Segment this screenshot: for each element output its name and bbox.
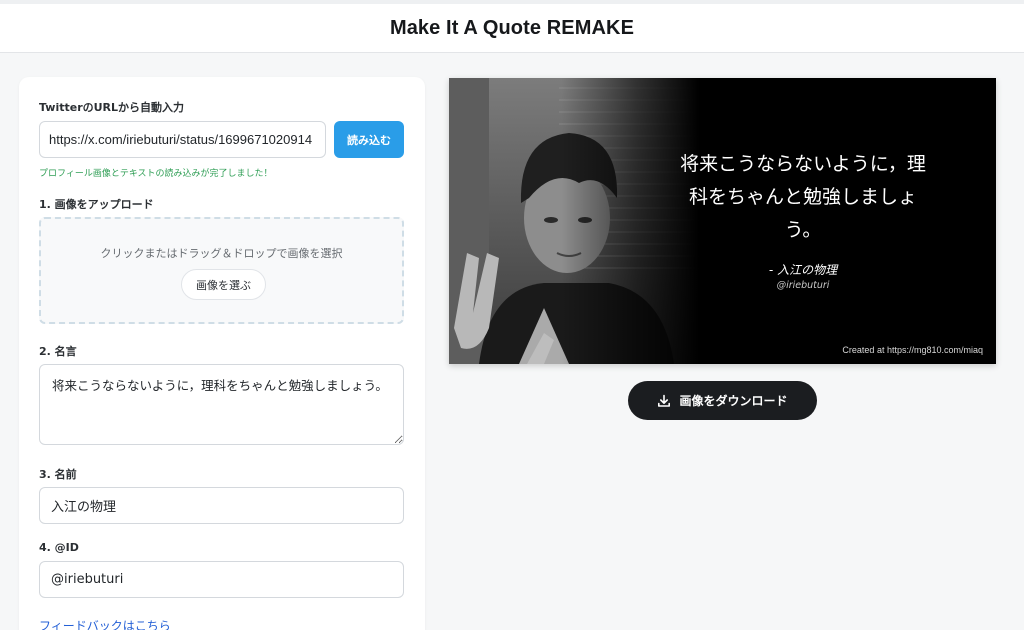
dropzone-text: クリックまたはドラッグ＆ドロップで画像を選択	[100, 247, 343, 260]
name-label: 3. 名前	[39, 468, 77, 481]
quote-label: 2. 名言	[39, 345, 77, 358]
id-input[interactable]	[39, 561, 404, 598]
preview-author-name: - 入江の物理	[768, 263, 838, 277]
preview-credit: Created at https://mg810.com/miaq	[842, 345, 983, 355]
preview-quote-line: 科をちゃんと勉強しましょ	[688, 186, 917, 208]
page-title: Make It A Quote REMAKE	[389, 16, 635, 39]
load-button[interactable]: 読み込む	[334, 121, 404, 158]
upload-label: 1. 画像をアップロード	[39, 198, 154, 211]
status-message: プロフィール画像とテキストの読み込みが完了しました！	[39, 169, 273, 179]
quote-textarea[interactable]: 将来こうならないように，理科をちゃんと勉強しましょう。	[39, 364, 404, 445]
quote-image-preview: 将来こうならないように，理 科をちゃんと勉強しましょ う。 - 入江の物理 @i…	[449, 78, 996, 364]
id-label: 4. @ID	[39, 541, 79, 554]
preview-author-handle: @iriebuturi	[776, 280, 830, 291]
image-dropzone[interactable]: クリックまたはドラッグ＆ドロップで画像を選択 画像を選ぶ	[39, 217, 404, 324]
download-image-button[interactable]: 画像をダウンロード	[628, 381, 817, 420]
input-panel: TwitterのURLから自動入力 読み込む プロフィール画像とテキストの読み込…	[19, 77, 425, 630]
download-icon	[658, 394, 671, 407]
download-button-label: 画像をダウンロード	[679, 394, 788, 408]
url-label: TwitterのURLから自動入力	[39, 101, 185, 114]
feedback-link[interactable]: フィードバックはこちら	[39, 617, 171, 630]
preview-quote-line: 将来こうならないように，理	[680, 153, 926, 175]
choose-image-button[interactable]: 画像を選ぶ	[181, 269, 266, 300]
tweet-url-input[interactable]	[39, 121, 326, 158]
name-input[interactable]	[39, 487, 404, 524]
app-header: Make It A Quote REMAKE	[0, 4, 1024, 53]
preview-quote-line: う。	[784, 219, 822, 241]
preview-quote-text: 将来こうならないように，理 科をちゃんと勉強しましょ う。	[654, 148, 952, 247]
